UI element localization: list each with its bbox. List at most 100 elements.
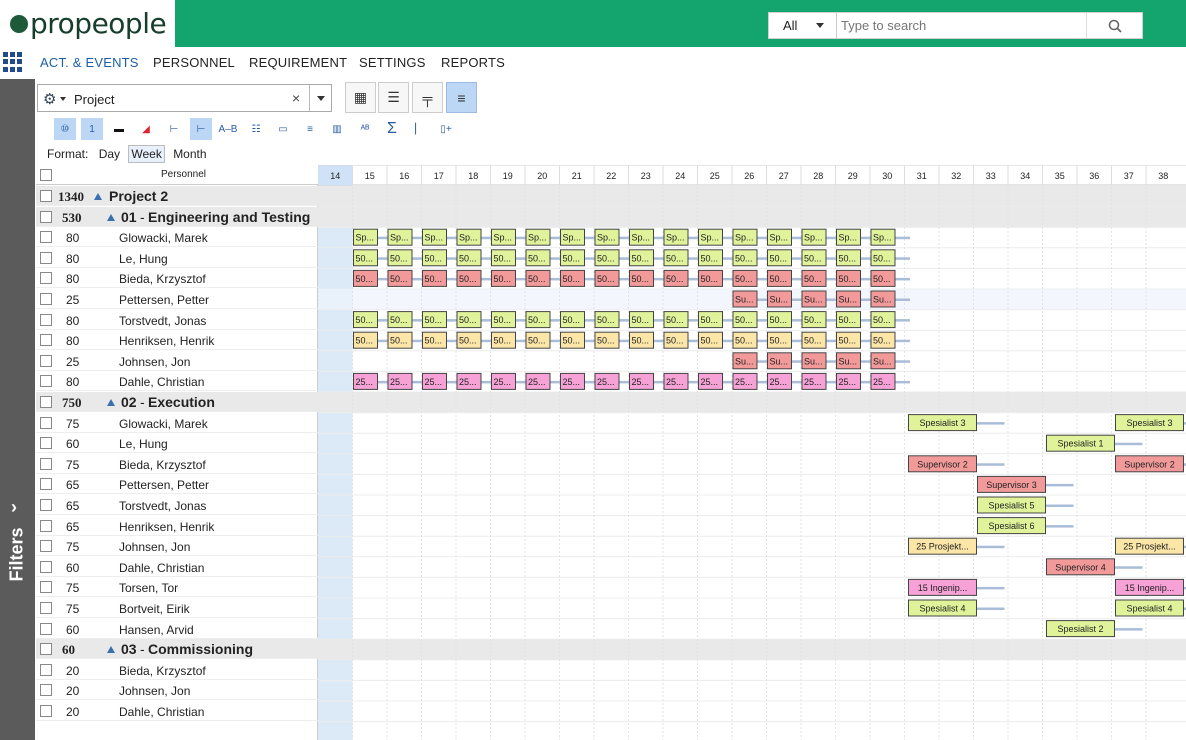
- row-checkbox[interactable]: [40, 663, 52, 676]
- triangle-red-button[interactable]: ◢: [135, 118, 157, 140]
- row-checkbox[interactable]: [40, 354, 52, 367]
- row-checkbox[interactable]: [40, 519, 52, 532]
- personnel-row[interactable]: 75 Torsen, Tor: [36, 577, 318, 598]
- format-month[interactable]: Month: [171, 146, 208, 162]
- row-checkbox[interactable]: [40, 231, 52, 244]
- row-checkbox[interactable]: [40, 602, 52, 614]
- propeople-logo[interactable]: propeople: [0, 0, 175, 47]
- row-checkbox[interactable]: [40, 375, 52, 388]
- personnel-row[interactable]: 20 Johnsen, Jon: [36, 680, 318, 701]
- row-checkbox[interactable]: [40, 581, 52, 594]
- add-column-button[interactable]: ▯+: [435, 118, 457, 140]
- ab-button[interactable]: A–B: [217, 118, 239, 140]
- baseline-button[interactable]: 1: [81, 118, 103, 140]
- personnel-row[interactable]: 80 Glowacki, Marek: [36, 227, 318, 248]
- gantt-icon: ╤: [422, 89, 433, 106]
- group-row[interactable]: 60 03- Commissioning: [36, 639, 318, 660]
- personnel-row[interactable]: 20 Dahle, Christian: [36, 701, 318, 721]
- row-checkbox[interactable]: [40, 622, 52, 635]
- personnel-row[interactable]: 20 Bieda, Krzysztof: [36, 660, 318, 680]
- personnel-row[interactable]: 80 Le, Hung: [36, 248, 318, 268]
- row-checkbox[interactable]: [40, 437, 52, 450]
- row-checkbox[interactable]: [40, 643, 52, 656]
- personnel-row[interactable]: 60 Le, Hung: [36, 433, 318, 454]
- row-checkbox[interactable]: [40, 540, 52, 553]
- row-checkbox[interactable]: [40, 560, 52, 573]
- personnel-row[interactable]: 65 Pettersen, Petter: [36, 474, 318, 495]
- collapse-icon[interactable]: [94, 193, 102, 200]
- list-button[interactable]: ☷: [245, 118, 267, 140]
- nav-settings[interactable]: SETTINGS: [359, 55, 426, 70]
- search-input[interactable]: [837, 13, 1086, 38]
- personnel-row[interactable]: 80 Torstvedt, Jonas: [36, 310, 318, 330]
- abc-edit-button[interactable]: ᴬᴮ: [354, 118, 376, 140]
- row-checkbox[interactable]: [40, 705, 52, 717]
- nav-requirement[interactable]: REQUIREMENT: [249, 55, 347, 70]
- group-row[interactable]: 530 01- Engineering and Testing: [36, 206, 318, 227]
- group-row[interactable]: 750 02- Execution: [36, 392, 318, 412]
- collapse-icon[interactable]: [107, 399, 115, 406]
- project-selector[interactable]: ⚙ Project ×: [37, 84, 332, 112]
- collapse-icon[interactable]: [107, 213, 115, 221]
- chart-button[interactable]: ▥: [326, 118, 348, 140]
- nav-act-events[interactable]: ACT. & EVENTS: [40, 55, 139, 70]
- project-row[interactable]: 1340 Project 2: [36, 186, 318, 206]
- range-button[interactable]: ⊢: [163, 118, 185, 140]
- bar-black-button[interactable]: ▬: [108, 118, 130, 140]
- row-checkbox[interactable]: [40, 251, 52, 264]
- project-dropdown-button[interactable]: [309, 85, 332, 111]
- format-day[interactable]: Day: [97, 146, 122, 162]
- personnel-row[interactable]: 60 Dahle, Christian: [36, 557, 318, 577]
- view-table-button[interactable]: ▦: [345, 82, 376, 113]
- collapse-icon[interactable]: [107, 646, 115, 654]
- gear-icon[interactable]: ⚙: [43, 90, 56, 108]
- calendar-button[interactable]: ▭: [272, 118, 294, 140]
- row-checkbox[interactable]: [40, 478, 52, 491]
- sum-icon: Σ: [387, 120, 397, 137]
- row-checkbox[interactable]: [40, 457, 52, 470]
- search-button[interactable]: [1086, 13, 1142, 38]
- align-button[interactable]: ≡: [299, 118, 321, 140]
- format-week[interactable]: Week: [128, 145, 165, 163]
- personnel-row[interactable]: 75 Bortveit, Eirik: [36, 598, 318, 618]
- search-scope-select[interactable]: All: [769, 13, 837, 38]
- personnel-row[interactable]: 75 Johnsen, Jon: [36, 536, 318, 557]
- personnel-row[interactable]: 80 Bieda, Krzysztof: [36, 268, 318, 289]
- personnel-row[interactable]: 65 Henriksen, Henrik: [36, 516, 318, 536]
- row-hours: 20: [66, 663, 80, 678]
- row-checkbox[interactable]: [40, 210, 52, 223]
- select-all-checkbox[interactable]: [40, 169, 52, 181]
- personnel-row[interactable]: 80 Henriksen, Henrik: [36, 330, 318, 351]
- row-checkbox[interactable]: [40, 272, 52, 285]
- row-checkbox[interactable]: [40, 293, 52, 305]
- clear-icon[interactable]: ×: [292, 90, 300, 106]
- app-grid-icon[interactable]: [3, 52, 23, 72]
- row-checkbox[interactable]: [40, 190, 52, 202]
- row-checkbox[interactable]: [40, 416, 52, 429]
- row-checkbox[interactable]: [40, 684, 52, 697]
- week-label: 32: [951, 171, 961, 181]
- group-code: 03: [121, 641, 137, 658]
- view-split-button[interactable]: ☰: [378, 82, 409, 113]
- sum-button[interactable]: Σ: [381, 118, 403, 140]
- personnel-row[interactable]: 75 Bieda, Krzysztof: [36, 454, 318, 474]
- personnel-row[interactable]: 65 Torstvedt, Jonas: [36, 495, 318, 515]
- range-active-button[interactable]: ⊢: [190, 118, 212, 140]
- personnel-row[interactable]: 60 Hansen, Arvid: [36, 619, 318, 639]
- personnel-row[interactable]: 25 Pettersen, Petter: [36, 289, 318, 309]
- row-checkbox[interactable]: [40, 313, 52, 326]
- view-timeline-button[interactable]: ≡: [446, 82, 477, 113]
- edit-column-button[interactable]: ▏: [408, 118, 430, 140]
- personnel-row[interactable]: 25 Johnsen, Jon: [36, 351, 318, 371]
- row-checkbox[interactable]: [40, 334, 52, 347]
- personnel-row[interactable]: 75 Glowacki, Marek: [36, 413, 318, 433]
- view-gantt-button[interactable]: ╤: [412, 82, 443, 113]
- row-checkbox[interactable]: [40, 499, 52, 511]
- row-checkbox[interactable]: [40, 396, 52, 408]
- personnel-row[interactable]: 80 Dahle, Christian: [36, 371, 318, 392]
- nav-reports[interactable]: REPORTS: [441, 55, 505, 70]
- filters-panel[interactable]: › Filters: [0, 79, 35, 740]
- clock-10-button[interactable]: ⑩: [54, 118, 76, 140]
- nav-personnel[interactable]: PERSONNEL: [153, 55, 235, 70]
- group-separator: -: [140, 208, 145, 225]
